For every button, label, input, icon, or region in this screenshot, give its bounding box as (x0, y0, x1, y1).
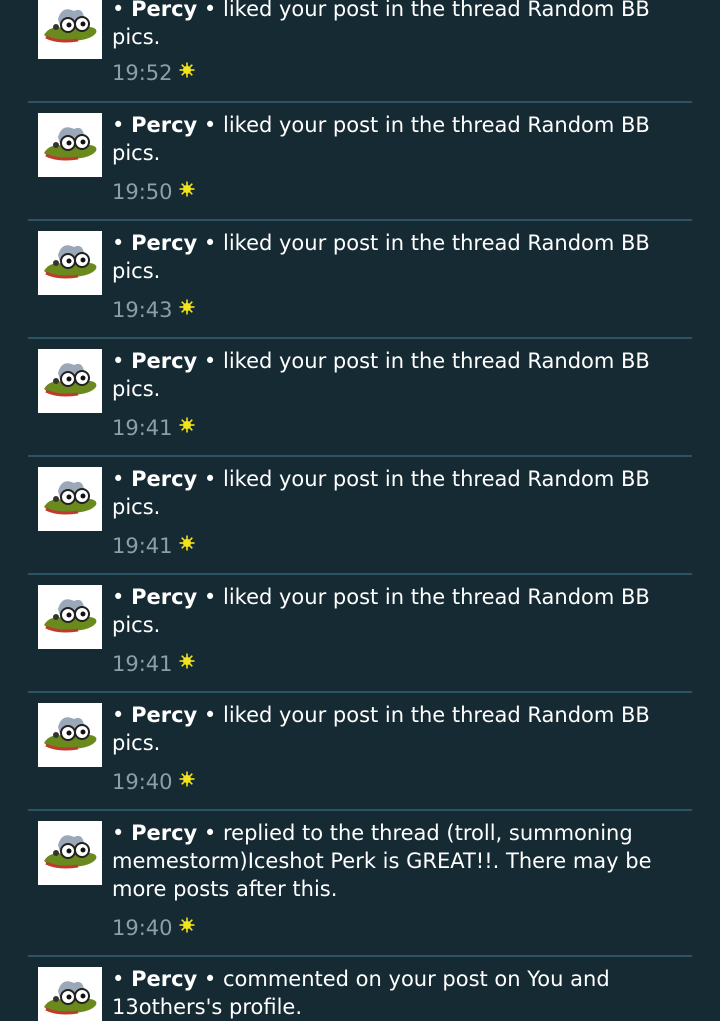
alert-timestamp: 19:40 (112, 768, 195, 796)
user-link[interactable]: Percy (131, 821, 197, 845)
alert-text: • Percy • liked your post in the thread … (112, 465, 652, 521)
avatar[interactable] (38, 349, 102, 413)
user-link[interactable]: Percy (131, 349, 197, 373)
separator: • (203, 349, 217, 373)
creature-icon (44, 9, 97, 43)
sun-icon (179, 62, 195, 78)
creature-icon (44, 599, 97, 633)
alert-timestamp: 19:52 (112, 59, 195, 87)
separator: • (203, 967, 217, 991)
alert-text: • Percy • liked your post in the thread … (112, 229, 652, 285)
sun-icon (179, 771, 195, 787)
alert-text: • Percy • commented on your post on You … (112, 965, 652, 1021)
avatar[interactable] (38, 967, 102, 1021)
alert-item[interactable]: • Percy • liked your post in the thread … (28, 0, 692, 103)
avatar[interactable] (38, 231, 102, 295)
creature-icon (44, 717, 97, 751)
avatar[interactable] (38, 821, 102, 885)
bullet: • (112, 967, 125, 991)
timestamp-text: 19:40 (112, 770, 173, 794)
alert-item[interactable]: • Percy • liked your post in the thread … (28, 575, 692, 693)
alert-text: • Percy • liked your post in the thread … (112, 347, 652, 403)
avatar[interactable] (38, 703, 102, 767)
separator: • (203, 821, 217, 845)
sun-icon (179, 299, 195, 315)
separator: • (203, 585, 217, 609)
sun-icon (179, 181, 195, 197)
timestamp-text: 19:52 (112, 61, 173, 85)
alert-item[interactable]: • Percy • liked your post in the thread … (28, 457, 692, 575)
alert-timestamp: 19:50 (112, 178, 195, 206)
user-link[interactable]: Percy (131, 113, 197, 137)
alert-text: • Percy • liked your post in the thread … (112, 111, 652, 167)
user-link[interactable]: Percy (131, 703, 197, 727)
separator: • (203, 231, 217, 255)
alert-text: • Percy • liked your post in the thread … (112, 701, 652, 757)
bullet: • (112, 821, 125, 845)
timestamp-text: 19:41 (112, 534, 173, 558)
creature-icon (44, 835, 97, 869)
user-link[interactable]: Percy (131, 967, 197, 991)
creature-icon (44, 981, 97, 1015)
bullet: • (112, 349, 125, 373)
alert-timestamp: 19:41 (112, 650, 195, 678)
alert-item[interactable]: • Percy • liked your post in the thread … (28, 103, 692, 221)
timestamp-text: 19:41 (112, 652, 173, 676)
bullet: • (112, 113, 125, 137)
bullet: • (112, 0, 125, 21)
user-link[interactable]: Percy (131, 231, 197, 255)
bullet: • (112, 703, 125, 727)
alerts-feed: • Percy • liked your post in the thread … (0, 0, 720, 1021)
alert-timestamp: 19:40 (112, 914, 195, 942)
separator: • (203, 113, 217, 137)
alert-timestamp: 19:43 (112, 296, 195, 324)
sun-icon (179, 917, 195, 933)
separator: • (203, 467, 217, 491)
creature-icon (44, 127, 97, 161)
timestamp-text: 19:40 (112, 916, 173, 940)
avatar[interactable] (38, 113, 102, 177)
alert-text: • Percy • liked your post in the thread … (112, 583, 652, 639)
separator: • (203, 703, 217, 727)
bullet: • (112, 231, 125, 255)
separator: • (203, 0, 217, 21)
alert-timestamp: 19:41 (112, 532, 195, 560)
creature-icon (44, 481, 97, 515)
alert-timestamp: 19:41 (112, 414, 195, 442)
timestamp-text: 19:43 (112, 298, 173, 322)
sun-icon (179, 535, 195, 551)
sun-icon (179, 417, 195, 433)
avatar[interactable] (38, 585, 102, 649)
avatar[interactable] (38, 467, 102, 531)
user-link[interactable]: Percy (131, 467, 197, 491)
user-link[interactable]: Percy (131, 0, 197, 21)
timestamp-text: 19:50 (112, 180, 173, 204)
alert-item[interactable]: • Percy • replied to the thread (troll, … (28, 811, 692, 957)
alert-item[interactable]: • Percy • commented on your post on You … (28, 957, 692, 1021)
sun-icon (179, 653, 195, 669)
alert-item[interactable]: • Percy • liked your post in the thread … (28, 693, 692, 811)
creature-icon (44, 245, 97, 279)
creature-icon (44, 363, 97, 397)
alert-text: • Percy • liked your post in the thread … (112, 0, 652, 51)
alert-item[interactable]: • Percy • liked your post in the thread … (28, 221, 692, 339)
alert-text: • Percy • replied to the thread (troll, … (112, 819, 652, 903)
timestamp-text: 19:41 (112, 416, 173, 440)
bullet: • (112, 467, 125, 491)
user-link[interactable]: Percy (131, 585, 197, 609)
bullet: • (112, 585, 125, 609)
alert-item[interactable]: • Percy • liked your post in the thread … (28, 339, 692, 457)
avatar[interactable] (38, 0, 102, 59)
